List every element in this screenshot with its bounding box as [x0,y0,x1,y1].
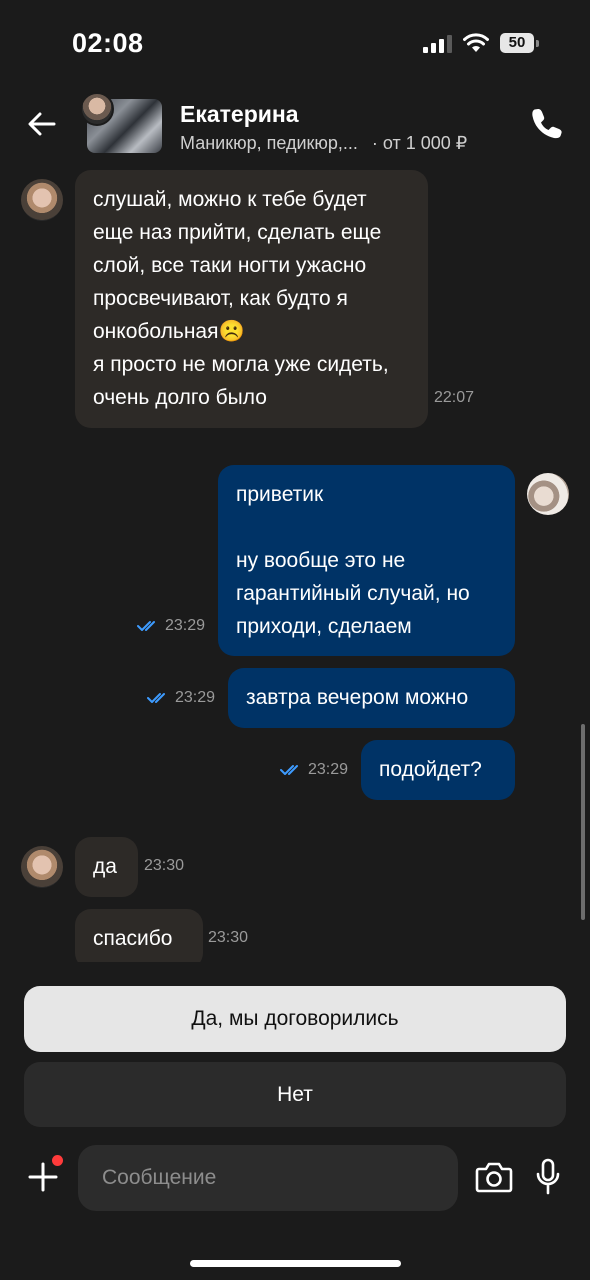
my-avatar[interactable] [527,473,569,515]
message-text: приветик [236,483,324,506]
status-time: 02:08 [72,28,144,58]
back-arrow-icon[interactable] [26,108,58,140]
message-status: 23:29 [137,617,205,635]
message-time: 23:29 [308,761,349,778]
message-time: 23:30 [208,929,249,946]
message-bubble-incoming[interactable]: слушай, можно к тебе будет еще наз прийт… [75,170,428,428]
message-text: подойдет? [379,758,482,781]
message-text: да [93,855,117,878]
listing-subtitle[interactable]: Маникюр, педикюр,... · от 1 000 ₽ [180,133,467,154]
home-indicator[interactable] [190,1260,401,1267]
message-text: завтра вечером можно [246,686,469,709]
message-time: 23:29 [165,617,206,634]
chat-scrollbar[interactable] [581,724,585,920]
message-input[interactable] [78,1145,458,1211]
notification-dot [52,1155,63,1166]
battery-icon: 50 [500,33,534,53]
contact-name[interactable]: Екатерина [180,101,299,128]
message-bubble-outgoing[interactable]: приветик ну вообще это не гарантийный сл… [218,465,515,656]
double-check-icon [280,764,298,775]
listing-title: Маникюр, педикюр,... [180,133,358,153]
sad-face-emoji: ☹️ [218,320,245,343]
microphone-icon[interactable] [535,1158,561,1196]
agreed-button[interactable]: Да, мы договорились [24,986,566,1052]
message-bubble-incoming[interactable]: да [75,837,138,897]
sender-avatar[interactable] [21,179,63,221]
no-button[interactable]: Нет [24,1062,566,1127]
message-bubble-outgoing[interactable]: подойдет? [361,740,515,800]
listing-price: · от 1 000 ₽ [371,133,468,153]
double-check-icon [147,692,165,703]
message-text: спасибо [93,927,173,950]
message-status: 23:29 [280,761,348,779]
wifi-icon [463,33,489,52]
message-status: 23:29 [147,689,215,707]
message-time: 22:07 [434,389,475,406]
message-text: ну вообще это не гарантийный случай, но … [236,549,470,638]
message-time: 23:30 [144,857,185,874]
plus-icon[interactable] [28,1162,58,1192]
signal-icon [423,35,452,53]
message-bubble-incoming[interactable]: спасибо [75,909,203,969]
message-bubble-outgoing[interactable]: завтра вечером можно [228,668,515,728]
sender-avatar[interactable] [21,846,63,888]
contact-avatar[interactable] [80,92,114,126]
message-time: 23:29 [175,689,216,706]
phone-icon[interactable] [530,106,564,140]
camera-icon[interactable] [475,1160,513,1194]
double-check-icon [137,620,155,631]
message-text: я просто не могла уже сидеть, очень долг… [93,353,389,409]
battery-tip [536,40,539,47]
